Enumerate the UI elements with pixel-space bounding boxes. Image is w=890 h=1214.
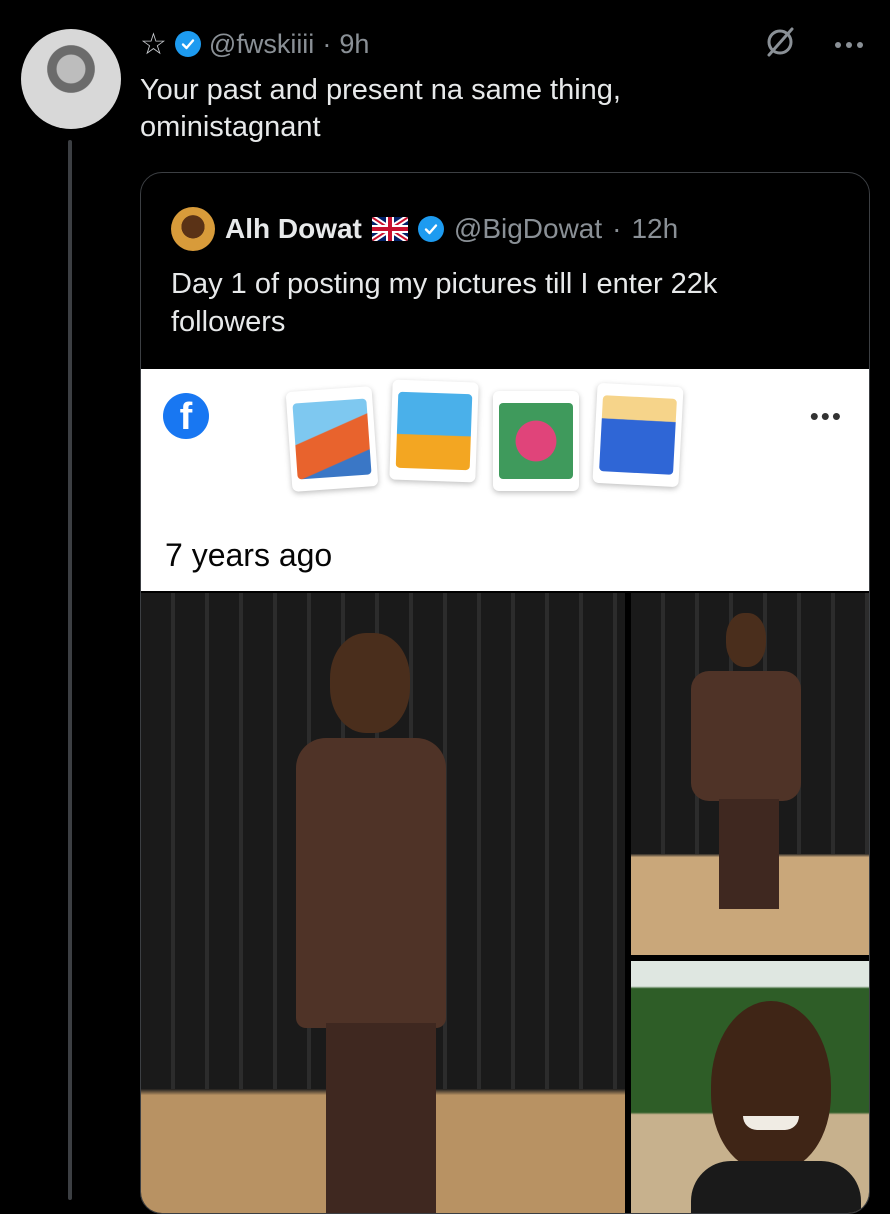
person-figure <box>691 613 811 913</box>
reply-time[interactable]: 9h <box>339 29 369 60</box>
verified-badge-icon <box>417 216 444 242</box>
more-icon[interactable] <box>834 36 864 54</box>
dog-sticker <box>389 379 479 483</box>
quoted-text-line2: followers <box>171 306 286 338</box>
reply-text-line2: oministagnant <box>140 111 321 143</box>
photo-selfie[interactable] <box>631 961 869 1213</box>
facebook-memory-card[interactable]: f ••• 7 years ago <box>141 369 869 591</box>
reply-actions <box>762 24 864 65</box>
grok-icon[interactable] <box>762 24 798 65</box>
reply-header: ☆ @fwskiiii · 9h <box>140 26 369 62</box>
quoted-text: Day 1 of posting my pictures till I ente… <box>171 265 841 341</box>
memory-stickers <box>285 375 684 492</box>
photo-standing-small[interactable] <box>631 593 869 955</box>
reply-text-line1: Your past and present na same thing, <box>140 74 621 106</box>
dot-separator: · <box>322 28 332 59</box>
quoted-text-line1: Day 1 of posting my pictures till I ente… <box>171 268 718 300</box>
facebook-logo-letter: f <box>179 396 193 438</box>
quoted-avatar[interactable] <box>171 207 215 251</box>
hat-sticker <box>285 386 379 492</box>
thread-line <box>68 140 72 1200</box>
selfie-face <box>711 1001 831 1171</box>
person-figure <box>286 633 466 1213</box>
coffee-sticker <box>592 382 684 488</box>
selfie-shirt <box>691 1161 861 1213</box>
uk-flag-icon <box>371 217 408 241</box>
verified-badge-icon <box>174 31 201 57</box>
dot-separator: · <box>612 213 622 244</box>
quoted-tweet-card[interactable]: Alh Dowat @BigDowat · 12h Day 1 of posti… <box>140 172 870 1214</box>
quoted-header: Alh Dowat @BigDowat · 12h <box>171 207 678 251</box>
quoted-name[interactable]: Alh Dowat <box>225 213 362 245</box>
facebook-logo-icon: f <box>163 393 209 439</box>
reply-text: Your past and present na same thing, omi… <box>140 72 840 146</box>
reply-handle[interactable]: @fwskiiii <box>209 29 314 60</box>
reply-avatar[interactable] <box>21 29 121 129</box>
photo-full-standing[interactable] <box>141 593 625 1213</box>
flower-sticker <box>493 391 579 491</box>
star-icon[interactable]: ☆ <box>140 27 167 62</box>
memory-label: 7 years ago <box>165 537 333 573</box>
more-icon[interactable]: ••• <box>810 401 843 432</box>
quoted-handle[interactable]: @BigDowat <box>454 213 602 245</box>
quoted-time[interactable]: 12h <box>631 213 678 245</box>
